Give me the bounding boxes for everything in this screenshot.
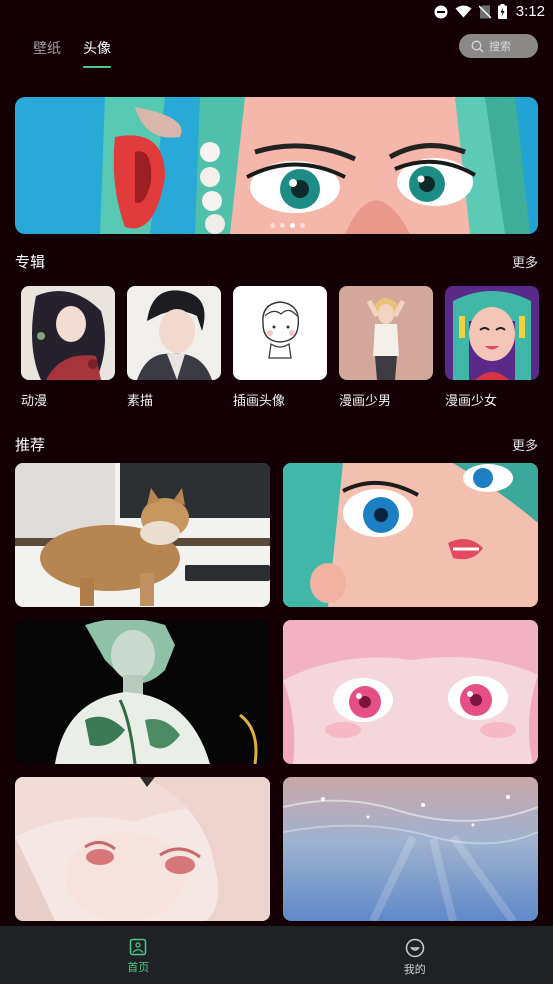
album-thumbnail — [21, 286, 115, 380]
recommend-item-underwater[interactable] — [283, 777, 538, 921]
albums-more-link[interactable]: 更多 — [512, 252, 538, 271]
album-item-illustration-avatar[interactable]: 插画头像 — [233, 286, 327, 409]
albums-section-header: 专辑 更多 — [15, 251, 538, 272]
bottom-navigation: 首页 我的 — [0, 926, 553, 984]
album-label: 漫画少男 — [339, 394, 392, 409]
album-item-manga-girls[interactable]: 漫画少女 — [445, 286, 539, 409]
search-placeholder: 搜索 — [489, 40, 511, 53]
recommend-item-white-hair-girl[interactable] — [15, 777, 270, 921]
album-thumbnail — [233, 286, 327, 380]
recommend-grid — [15, 463, 538, 921]
status-time: 3:12 — [515, 3, 545, 20]
nav-label: 我的 — [403, 963, 426, 976]
albums-title: 专辑 — [15, 253, 46, 271]
battery-charging-icon — [497, 4, 507, 19]
album-thumbnail — [339, 286, 433, 380]
album-item-sketch[interactable]: 素描 — [127, 286, 221, 409]
banner-dot — [280, 223, 285, 228]
tab-avatar[interactable]: 头像 — [83, 38, 111, 68]
top-tab-bar: 壁纸 头像 — [33, 38, 111, 68]
recommend-item-statue-boy[interactable] — [15, 620, 270, 764]
recommend-title: 推荐 — [15, 436, 46, 454]
recommend-section-header: 推荐 更多 — [15, 434, 538, 455]
no-sim-icon — [478, 5, 491, 18]
nav-home[interactable]: 首页 — [0, 926, 277, 984]
nav-mine[interactable]: 我的 — [277, 926, 553, 984]
recommend-more-link[interactable]: 更多 — [512, 435, 538, 454]
search-button[interactable]: 搜索 — [459, 34, 538, 58]
do-not-disturb-icon — [434, 5, 448, 18]
status-icons: 3:12 — [434, 3, 545, 20]
recommend-item-anime-girl-teal[interactable] — [283, 463, 538, 607]
tab-wallpaper[interactable]: 壁纸 — [33, 38, 61, 68]
recommend-item-cat[interactable] — [15, 463, 270, 607]
search-icon — [471, 40, 484, 52]
banner-dot — [300, 223, 305, 228]
wifi-icon — [455, 5, 472, 18]
recommend-image — [283, 777, 538, 921]
banner-image — [15, 97, 538, 234]
albums-list: 动漫 素描 插画头像 漫画少男 漫画少女 — [21, 286, 553, 409]
album-thumbnail — [445, 286, 539, 380]
album-thumbnail — [127, 286, 221, 380]
album-item-manga-boys[interactable]: 漫画少男 — [339, 286, 433, 409]
banner-carousel[interactable] — [15, 97, 538, 234]
recommend-image — [15, 777, 270, 921]
album-label: 漫画少女 — [445, 394, 498, 409]
image-icon — [130, 938, 147, 956]
banner-dot-active — [290, 223, 295, 228]
nav-label: 首页 — [127, 961, 150, 974]
recommend-image — [15, 463, 270, 607]
recommend-image — [15, 620, 270, 764]
album-label: 插画头像 — [233, 394, 286, 409]
banner-dot — [270, 223, 275, 228]
album-label: 动漫 — [21, 394, 48, 409]
recommend-image — [283, 463, 538, 607]
album-item-anime[interactable]: 动漫 — [21, 286, 115, 409]
status-bar: 3:12 — [0, 0, 553, 24]
smile-icon — [405, 938, 424, 958]
banner-pagination — [270, 223, 305, 228]
recommend-item-pink-anime-girl[interactable] — [283, 620, 538, 764]
album-label: 素描 — [127, 394, 154, 409]
recommend-image — [283, 620, 538, 764]
